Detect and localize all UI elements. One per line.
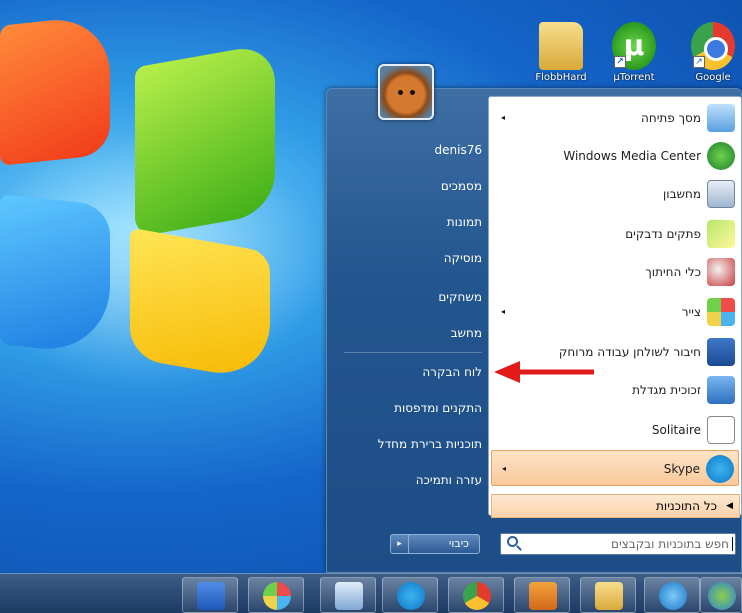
taskbar-start-button[interactable] [700, 577, 742, 613]
start-link-control-panel[interactable]: לוח הבקרה [338, 360, 484, 384]
windows-flag-yellow [130, 227, 270, 383]
taskbar-word-button[interactable] [182, 577, 238, 613]
search-placeholder: חפש בתוכניות ובקבצים [611, 537, 729, 551]
taskbar [0, 573, 742, 613]
user-avatar[interactable] [378, 64, 434, 120]
solitaire-icon [707, 416, 735, 444]
start-link-documents[interactable]: מסמכים [338, 174, 484, 198]
program-media-center[interactable]: Windows Media Center [491, 138, 739, 174]
start-link-computer[interactable]: מחשב [338, 321, 484, 345]
paint-icon [707, 298, 735, 326]
calculator-icon [707, 180, 735, 208]
program-snipping-tool[interactable]: כלי החיתוך [491, 254, 739, 290]
windows-flag-red [0, 14, 110, 166]
desktop-icon-google[interactable]: ↗ Google [684, 22, 742, 83]
program-paint[interactable]: צייר ◂ [491, 294, 739, 330]
avatar-eye [410, 90, 415, 95]
text-cursor [732, 537, 733, 551]
submenu-arrow-icon[interactable]: ◂ [501, 100, 505, 136]
ie-icon [659, 582, 687, 610]
magnifier-icon [707, 376, 735, 404]
skype-icon [397, 582, 425, 610]
media-center-icon [707, 142, 735, 170]
folder-icon [539, 22, 583, 70]
program-welcome-screen[interactable]: מסך פתיחה ◂ [491, 100, 739, 136]
taskbar-media-button[interactable] [514, 577, 570, 613]
welcome-screen-icon [707, 104, 735, 132]
shutdown-options-arrow[interactable]: ▸ [391, 535, 409, 553]
all-programs-arrow-icon: ◀ [726, 501, 733, 511]
taskbar-control-panel-button[interactable] [320, 577, 376, 613]
utorrent-icon: μ ↗ [612, 22, 656, 70]
shutdown-button[interactable]: ▸ כיבוי [390, 534, 480, 554]
program-skype[interactable]: Skype ◂ [491, 450, 739, 486]
start-user-name[interactable]: denis76 [338, 138, 484, 162]
submenu-arrow-icon[interactable]: ◂ [501, 294, 505, 330]
annotation-arrow-icon [494, 361, 594, 383]
taskbar-skype-button[interactable] [382, 577, 438, 613]
program-solitaire[interactable]: Solitaire [491, 412, 739, 448]
sticky-notes-icon [707, 220, 735, 248]
chrome-icon [463, 582, 491, 610]
taskbar-paint-button[interactable] [248, 577, 304, 613]
taskbar-chrome-button[interactable] [448, 577, 504, 613]
taskbar-ie-button[interactable] [644, 577, 700, 613]
menu-separator [344, 352, 482, 353]
snipping-tool-icon [707, 258, 735, 286]
paint-icon [263, 582, 291, 610]
skype-icon [706, 455, 734, 483]
shortcut-arrow-icon: ↗ [693, 56, 705, 68]
media-icon [529, 582, 557, 610]
start-orb-icon [708, 582, 736, 610]
control-panel-icon [335, 582, 363, 610]
start-link-default-programs[interactable]: תוכניות ברירת מחדל [338, 432, 484, 456]
desktop-icon-utorrent[interactable]: μ ↗ μTorrent [605, 22, 663, 83]
shortcut-arrow-icon: ↗ [614, 56, 626, 68]
all-programs-button[interactable]: ◀ כל התוכניות [491, 494, 740, 518]
start-link-music[interactable]: מוסיקה [338, 246, 484, 270]
start-link-help-support[interactable]: עזרה ותמיכה [338, 468, 484, 492]
start-link-games[interactable]: משחקים [338, 285, 484, 309]
desktop-icon-flobbhard[interactable]: FlobbHard [532, 22, 590, 83]
chrome-icon: ↗ [691, 22, 735, 70]
folder-icon [595, 582, 623, 610]
remote-desktop-icon [707, 338, 735, 366]
taskbar-explorer-button[interactable] [580, 577, 636, 613]
program-calculator[interactable]: מחשבון [491, 176, 739, 212]
search-icon[interactable] [507, 536, 518, 547]
start-link-devices-printers[interactable]: התקנים ומדפסות [338, 396, 484, 420]
submenu-arrow-icon[interactable]: ◂ [502, 451, 506, 487]
word-icon [197, 582, 225, 610]
avatar-eye [398, 90, 403, 95]
program-sticky-notes[interactable]: פתקים נדבקים [491, 216, 739, 252]
start-search-box[interactable]: חפש בתוכניות ובקבצים [500, 533, 736, 555]
start-link-pictures[interactable]: תמונות [338, 210, 484, 234]
windows-flag-green [135, 42, 275, 238]
